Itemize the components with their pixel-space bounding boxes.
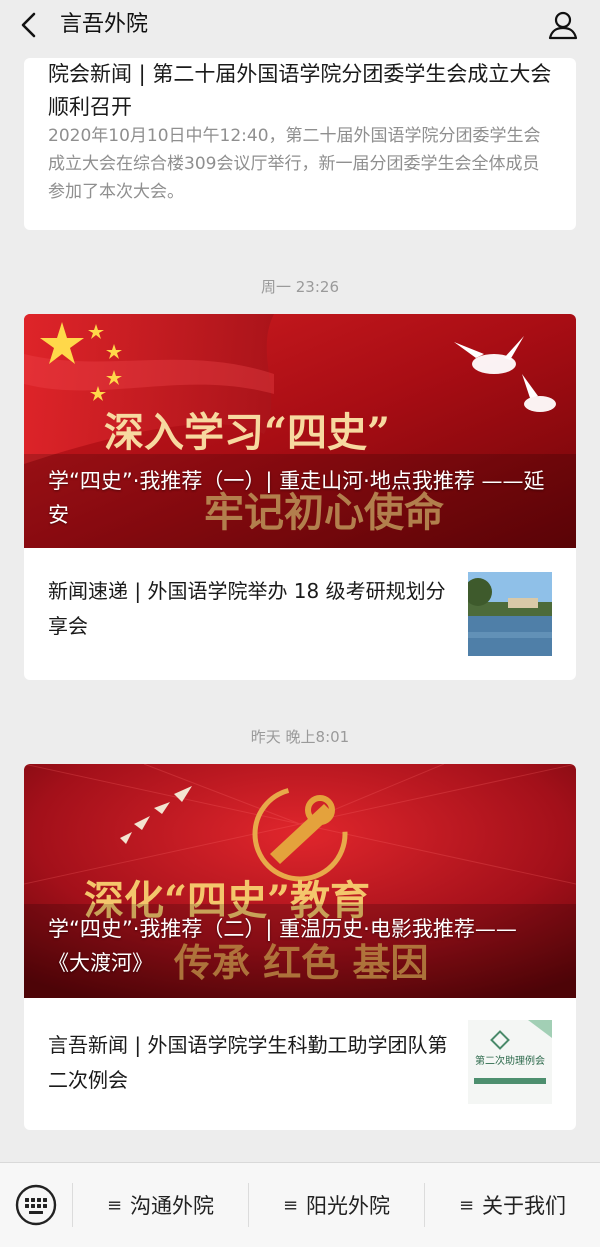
keyboard-toggle-button[interactable] bbox=[14, 1183, 58, 1227]
message-timestamp: 周一 23:26 bbox=[261, 278, 339, 296]
chevron-left-icon bbox=[21, 12, 36, 38]
article-title: 院会新闻 | 第二十届外国语学院分团委学生会成立大会顺利召开 bbox=[48, 62, 552, 119]
menu-item-label: 关于我们 bbox=[482, 1194, 567, 1218]
cover-article-title: 学“四史”·我推荐（二）| 重温历史·电影我推荐——《大渡河》 bbox=[48, 917, 517, 975]
svg-text:深入学习“四史”: 深入学习“四史” bbox=[104, 409, 390, 456]
sub-article-title: 言吾新闻 | 外国语学院学生科勤工助学团队第二次例会 bbox=[48, 1033, 448, 1092]
top-nav-bar: 言吾外院 bbox=[0, 0, 600, 50]
cover-article-title: 学“四史”·我推荐（一）| 重走山河·地点我推荐 ——延安 bbox=[48, 469, 545, 527]
menu-lines-icon: ≡ bbox=[458, 1194, 475, 1216]
user-icon bbox=[548, 11, 578, 40]
bottom-menu-bar: ≡ 沟通外院 ≡ 阳光外院 ≡ 关于我们 bbox=[0, 1162, 600, 1247]
article-card[interactable]: 院会新闻 | 第二十届外国语学院分团委学生会成立大会顺利召开 2020年10月1… bbox=[24, 58, 576, 230]
article-group-card: 深入学习“四史” 牢记初心使命 学“四史”·我推荐（一）| 重走山河·地点我推荐… bbox=[24, 314, 576, 680]
menu-item-sunshine[interactable]: ≡ 阳光外院 bbox=[249, 1163, 424, 1247]
cover-article[interactable]: 深化“四史”教育 传承 红色 基因 学“四史”·我推荐（二）| 重温历史·电影我… bbox=[24, 764, 576, 998]
thumbnail-text: 第二次助理例会 bbox=[475, 1056, 545, 1067]
menu-item-communicate[interactable]: ≡ 沟通外院 bbox=[73, 1163, 248, 1247]
message-timestamp: 昨天 晚上8:01 bbox=[250, 728, 350, 746]
profile-button[interactable] bbox=[546, 8, 580, 42]
sub-article-thumbnail bbox=[468, 572, 552, 656]
sub-article[interactable]: 言吾新闻 | 外国语学院学生科勤工助学团队第二次例会 第二次助理例会 bbox=[24, 998, 576, 1130]
back-button[interactable] bbox=[14, 9, 46, 41]
article-description: 2020年10月10日中午12:40，第二十届外国语学院分团委学生会成立大会在综… bbox=[48, 126, 541, 202]
cover-article[interactable]: 深入学习“四史” 牢记初心使命 学“四史”·我推荐（一）| 重走山河·地点我推荐… bbox=[24, 314, 576, 548]
menu-lines-icon: ≡ bbox=[282, 1194, 299, 1216]
keyboard-icon bbox=[15, 1184, 57, 1226]
sub-article[interactable]: 新闻速递 | 外国语学院举办 18 级考研规划分享会 bbox=[24, 548, 576, 680]
menu-lines-icon: ≡ bbox=[106, 1194, 123, 1216]
page-title: 言吾外院 bbox=[60, 12, 149, 37]
menu-item-label: 沟通外院 bbox=[130, 1194, 215, 1218]
sub-article-title: 新闻速递 | 外国语学院举办 18 级考研规划分享会 bbox=[48, 579, 446, 638]
menu-item-about-us[interactable]: ≡ 关于我们 bbox=[425, 1163, 600, 1247]
sub-article-thumbnail: 第二次助理例会 bbox=[468, 1020, 552, 1104]
article-group-card: 深化“四史”教育 传承 红色 基因 学“四史”·我推荐（二）| 重温历史·电影我… bbox=[24, 764, 576, 1130]
menu-item-label: 阳光外院 bbox=[306, 1194, 391, 1218]
